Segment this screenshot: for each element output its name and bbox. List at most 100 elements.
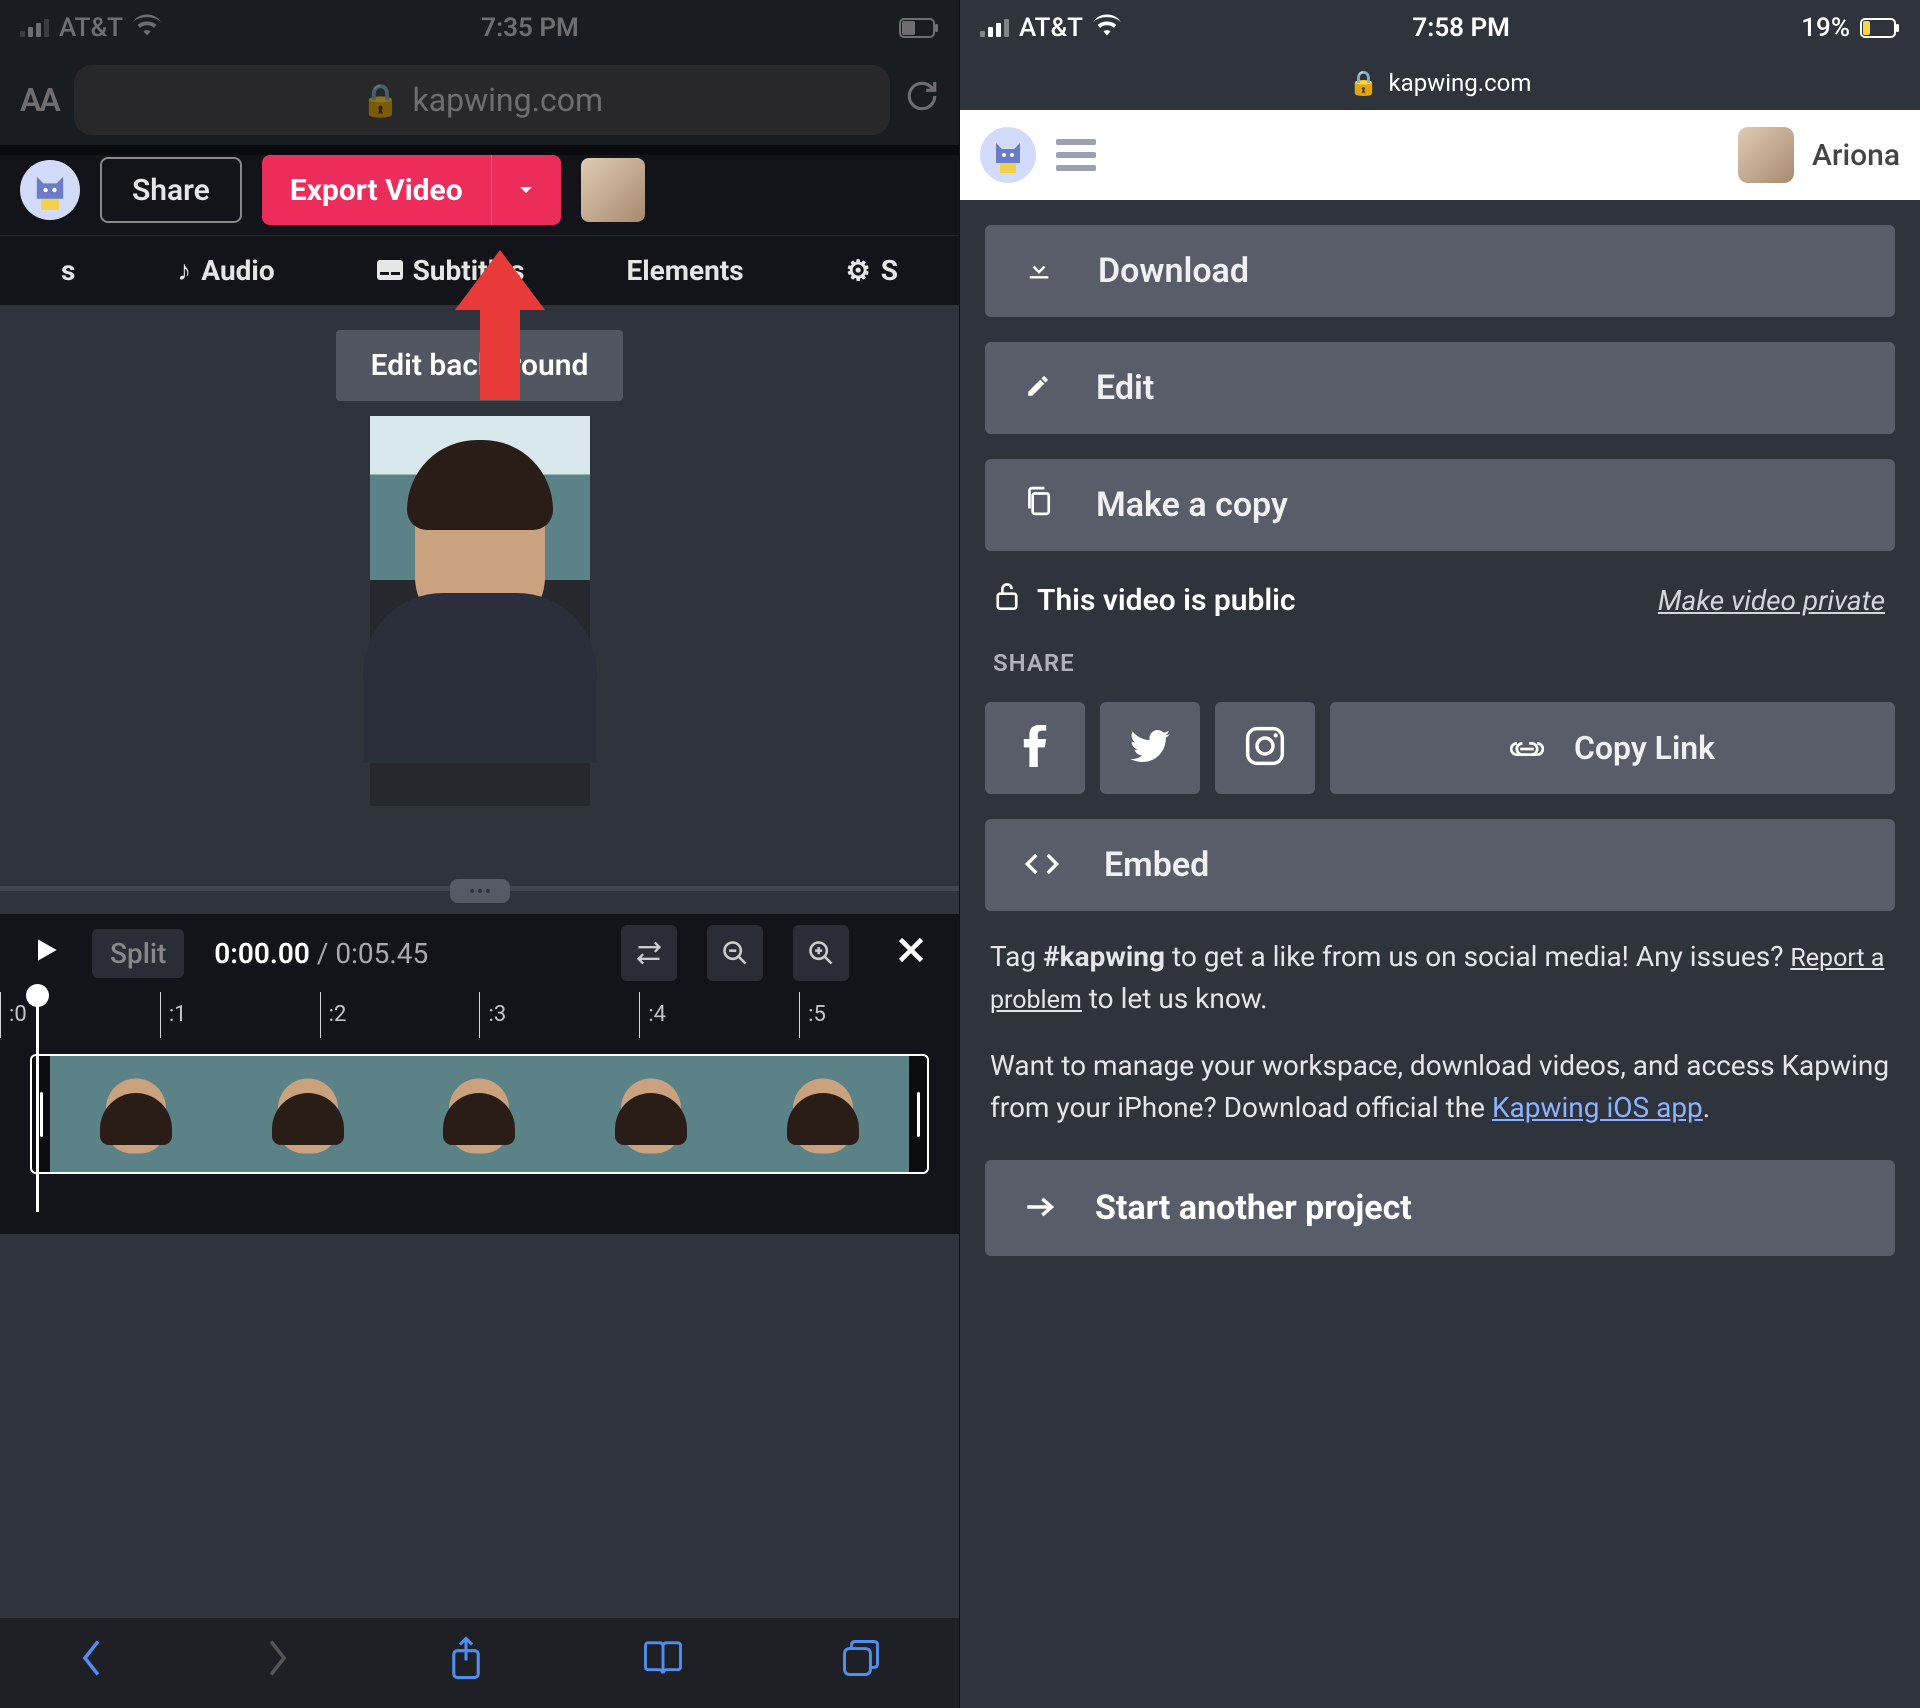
copy-icon [1025,485,1051,525]
link-icon [1510,729,1544,767]
split-button[interactable]: Split [92,929,184,978]
copy-link-button[interactable]: Copy Link [1330,702,1895,794]
nav-forward-icon [263,1638,291,1688]
public-text: This video is public [1037,583,1296,618]
canvas-area[interactable] [0,416,959,806]
ruler-tick: :4 [639,992,799,1038]
share-instagram-button[interactable] [1215,702,1315,794]
tool-item-settings[interactable]: ⚙S [846,254,898,287]
playhead[interactable] [36,992,39,1212]
share-section-label: SHARE [985,649,1895,677]
close-timeline-button[interactable] [893,932,929,975]
clip-frame [737,1056,909,1172]
tag-text: Tag #kapwing to get a like from us on so… [985,936,1895,1020]
download-label: Download [1098,251,1249,291]
video-clip[interactable] [30,1054,929,1174]
url-field[interactable]: 🔒 kapwing.com [74,65,890,135]
ios-app-text: Want to manage your workspace, download … [985,1045,1895,1129]
ios-status-bar: AT&T 7:35 PM [0,0,959,55]
clip-handle-left[interactable] [32,1056,50,1172]
unlock-icon [995,581,1019,619]
edit-label: Edit [1096,368,1154,408]
clip-handle-right[interactable] [909,1056,927,1172]
tool-item-audio[interactable]: ♪Audio [177,254,274,287]
gear-icon: ⚙ [846,254,871,287]
clock: 7:35 PM [481,13,579,43]
instagram-icon [1245,726,1285,770]
share-sheet-icon[interactable] [447,1636,485,1690]
clip-frame [394,1056,566,1172]
battery-icon [1860,18,1900,38]
tabs-icon[interactable] [841,1638,881,1688]
facebook-icon [1023,725,1047,771]
ruler-tick: :5 [799,992,959,1038]
music-note-icon: ♪ [177,254,191,287]
make-copy-label: Make a copy [1096,485,1288,525]
reload-icon[interactable] [905,79,939,122]
timeline-track[interactable] [0,1038,959,1234]
lock-icon: 🔒 [361,81,401,119]
signal-icon [20,19,49,37]
tool-item-prev[interactable]: s [61,254,75,287]
edit-button[interactable]: Edit [985,342,1895,434]
make-private-link[interactable]: Make video private [1658,584,1885,617]
timeline-controls: Split 0:00.00 / 0:05.45 [0,914,959,992]
swap-button[interactable] [621,925,677,981]
battery-icon [899,18,939,38]
start-another-project-button[interactable]: Start another project [985,1160,1895,1256]
user-chip[interactable]: Ariona [1738,127,1900,183]
safari-tabbar [0,1618,959,1708]
video-preview[interactable] [370,416,590,806]
panel-resize-handle[interactable] [0,876,959,914]
clip-frame [50,1056,222,1172]
tool-item-elements[interactable]: Elements [626,254,743,287]
safari-mini-url[interactable]: 🔒 kapwing.com [960,55,1920,110]
copy-link-label: Copy Link [1574,729,1715,767]
url-domain: kapwing.com [413,81,604,119]
app-topbar: Share Export Video [0,145,959,235]
twitter-icon [1130,729,1170,767]
ios-app-link[interactable]: Kapwing iOS app [1492,1091,1703,1124]
zoom-out-button[interactable] [707,925,763,981]
page-header: Ariona [960,110,1920,200]
pencil-icon [1025,368,1051,408]
start-another-label: Start another project [1095,1188,1412,1228]
tool-item-subtitles[interactable]: Subtitles [377,254,525,287]
bookmarks-icon[interactable] [642,1639,684,1687]
total-time: 0:05.45 [335,937,428,970]
export-group: Export Video [262,155,561,225]
timeline-ruler[interactable]: :0 :1 :2 :3 :4 :5 [0,992,959,1038]
lock-icon: 🔒 [1349,69,1379,97]
visibility-row: This video is public Make video private [985,576,1895,624]
menu-icon[interactable] [1056,139,1096,171]
share-facebook-button[interactable] [985,702,1085,794]
text-size-icon[interactable]: AA [20,81,59,119]
ruler-tick: :0 [0,992,160,1038]
share-twitter-button[interactable] [1100,702,1200,794]
export-dropdown-button[interactable] [491,155,561,225]
wifi-icon [1093,13,1121,43]
download-button[interactable]: Download [985,225,1895,317]
user-name: Ariona [1812,138,1900,173]
url-domain: kapwing.com [1388,69,1531,97]
clip-frame [565,1056,737,1172]
arrow-right-icon [1025,1188,1055,1228]
carrier-label: AT&T [1019,13,1083,43]
user-avatar[interactable] [581,158,645,222]
kapwing-logo[interactable] [20,160,80,220]
export-video-button[interactable]: Export Video [262,155,491,225]
nav-back-icon[interactable] [78,1638,106,1688]
embed-label: Embed [1104,845,1209,885]
embed-button[interactable]: Embed [985,819,1895,911]
make-copy-button[interactable]: Make a copy [985,459,1895,551]
current-time: 0:00.00 [214,937,310,970]
timecode-display: 0:00.00 / 0:05.45 [214,937,428,970]
signal-icon [980,19,1009,37]
code-icon [1025,845,1059,885]
ruler-tick: :3 [479,992,639,1038]
play-button[interactable] [30,934,62,973]
edit-background-button[interactable]: Edit background [336,330,624,401]
share-button[interactable]: Share [100,157,242,223]
zoom-in-button[interactable] [793,925,849,981]
kapwing-logo[interactable] [980,127,1036,183]
